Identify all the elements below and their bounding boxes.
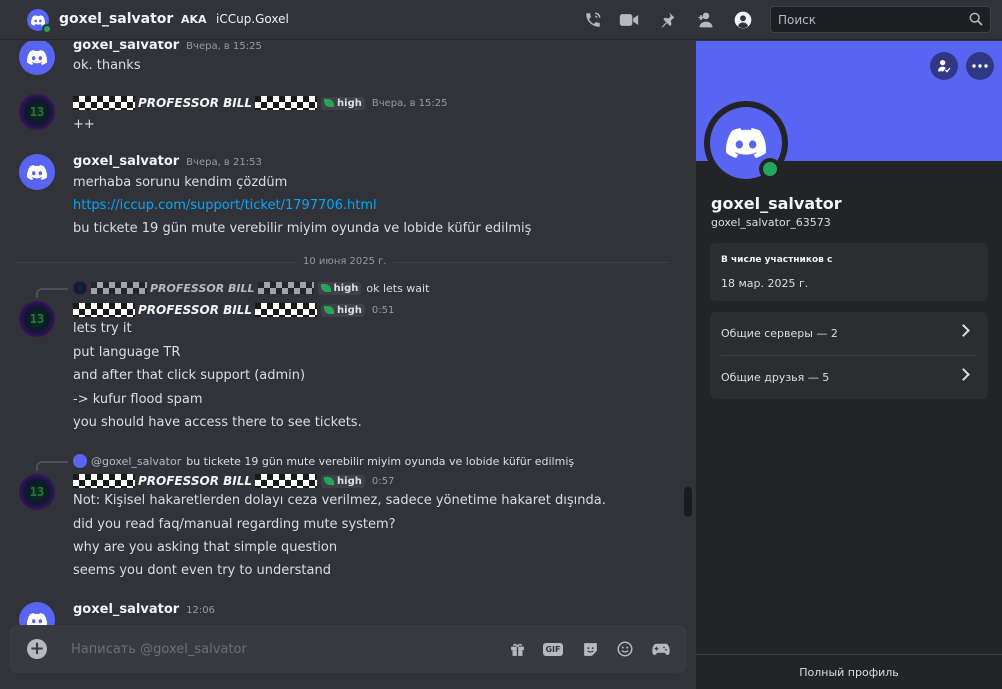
voice-call-icon[interactable] [582,9,604,31]
message-author[interactable]: goxel_salvator 12:06 [73,602,215,617]
leaf-icon [324,306,335,314]
discord-logo-icon [31,14,45,26]
message-text: lets try it [73,321,132,336]
avatar[interactable] [19,41,55,75]
sticker-icon[interactable] [580,639,600,659]
mutual-card: Общие серверы — 2 Общие друзья — 5 [710,312,988,399]
name-decoration [73,303,135,317]
search-box[interactable] [770,6,991,33]
message-text: -> kufur flood spam [73,392,203,407]
video-call-icon[interactable] [618,9,640,31]
avatar[interactable] [19,154,55,190]
dm-title[interactable]: goxel_salvator [59,11,173,27]
activities-icon[interactable] [651,639,671,659]
chat-scrollbar[interactable] [684,487,692,517]
header-separator: · [162,8,167,24]
name-decoration [255,96,318,110]
message-author[interactable]: PROFESSOR BILL high 0:51 [73,303,394,317]
aka-label: AKA [181,13,207,26]
leaf-icon [324,477,335,485]
chevron-right-icon [957,368,970,381]
leaf-icon [320,284,331,292]
add-friend-icon [938,60,951,73]
message-text: ok. thanks [73,58,141,73]
message-composer: + GIF [9,625,687,673]
message-text: ++ [73,117,95,132]
reply-preview[interactable]: @goxel_salvator bu tickete 19 gün mute v… [73,454,574,468]
name-decoration [91,282,147,294]
reply-preview[interactable]: PROFESSOR BILL high ok lets wait [73,281,429,295]
more-options-button[interactable] [966,52,994,80]
member-since-card: В числе участников с 18 мар. 2025 г. [710,243,988,301]
message-timestamp: 12:06 [186,605,215,616]
member-since-date: 18 мар. 2025 г. [721,277,809,290]
mutual-friends-row[interactable]: Общие друзья — 5 [710,356,988,399]
message-link[interactable]: https://iccup.com/support/ticket/1797706… [73,198,377,213]
user-profile-panel: goxel_salvator goxel_salvator_63573 В чи… [696,41,1002,689]
pin-icon[interactable] [656,9,678,31]
clan-badge: high [321,96,365,110]
message-timestamp: 0:51 [371,304,395,316]
profile-display-name: goxel_salvator [711,194,842,213]
profile-status-indicator [759,158,781,180]
message-text: merhaba sorunu kendim çözdüm [73,175,288,190]
message-author[interactable]: goxel_salvator Вчера, в 15:25 [73,41,262,53]
search-input[interactable] [771,7,951,32]
reply-avatar [73,454,87,468]
avatar[interactable]: 13 [19,474,55,510]
add-attachment-icon[interactable]: + [27,639,47,659]
message-text: bu tickete 19 gün mute verebilir miyim o… [73,221,532,236]
mutual-servers-row[interactable]: Общие серверы — 2 [710,312,988,355]
message-author[interactable]: PROFESSOR BILL high 0:57 [73,474,394,488]
message-input[interactable] [71,637,491,661]
name-decoration [255,303,318,317]
message-text: and after that click support (admin) [73,368,306,383]
gif-icon[interactable]: GIF [543,639,563,659]
clan-badge: high [321,474,365,488]
name-decoration [73,96,135,110]
more-icon [972,64,988,68]
name-decoration [257,282,314,294]
name-decoration [73,474,135,488]
message-text: you should have access there to see tick… [73,415,362,430]
message-text: did you read faq/manual regarding mute s… [73,517,396,532]
message-timestamp: Вчера, в 15:25 [186,41,262,52]
reply-avatar [73,281,87,295]
dm-header: goxel_salvator · AKA iCCup.Goxel [0,0,1002,40]
clan-badge: high [321,303,365,317]
avatar[interactable]: 13 [19,94,55,130]
message-text: put language TR [73,345,181,360]
profile-toggle-icon[interactable] [732,9,754,31]
name-decoration [255,474,318,488]
online-status-dot [42,24,52,34]
avatar[interactable]: 13 [19,301,55,337]
search-icon[interactable] [968,11,984,31]
message-author[interactable]: goxel_salvator Вчера, в 21:53 [73,154,262,169]
chevron-right-icon [957,324,970,337]
message-timestamp: Вчера, в 21:53 [186,157,262,168]
emoji-icon[interactable] [615,639,635,659]
message-text: Not: Kişisel hakaretlerden dolayı ceza v… [73,493,606,508]
view-full-profile-button[interactable]: Полный профиль [696,654,1002,689]
add-friends-icon[interactable] [695,9,717,31]
header-avatar[interactable] [27,9,52,34]
aka-name: iCCup.Goxel [216,12,289,26]
message-timestamp: 0:57 [371,475,395,487]
message-author[interactable]: PROFESSOR BILL high Вчера, в 15:25 [73,96,448,110]
profile-username: goxel_salvator_63573 [711,216,831,229]
add-friend-button[interactable] [930,52,958,80]
gift-icon[interactable] [507,639,527,659]
message-text: seems you dont even try to understand [73,563,331,578]
leaf-icon [324,99,335,107]
clan-badge: high [317,281,362,295]
chat-area: goxel_salvator Вчера, в 15:25 ok. thanks … [0,41,696,689]
reply-connector [36,288,68,298]
discord-logo-icon [726,128,766,158]
message-text: why are you asking that simple question [73,540,338,555]
member-since-label: В числе участников с [721,255,833,265]
date-divider-label: 10 июня 2025 г. [297,256,393,267]
reply-connector [36,461,68,471]
message-timestamp: Вчера, в 15:25 [371,97,448,109]
